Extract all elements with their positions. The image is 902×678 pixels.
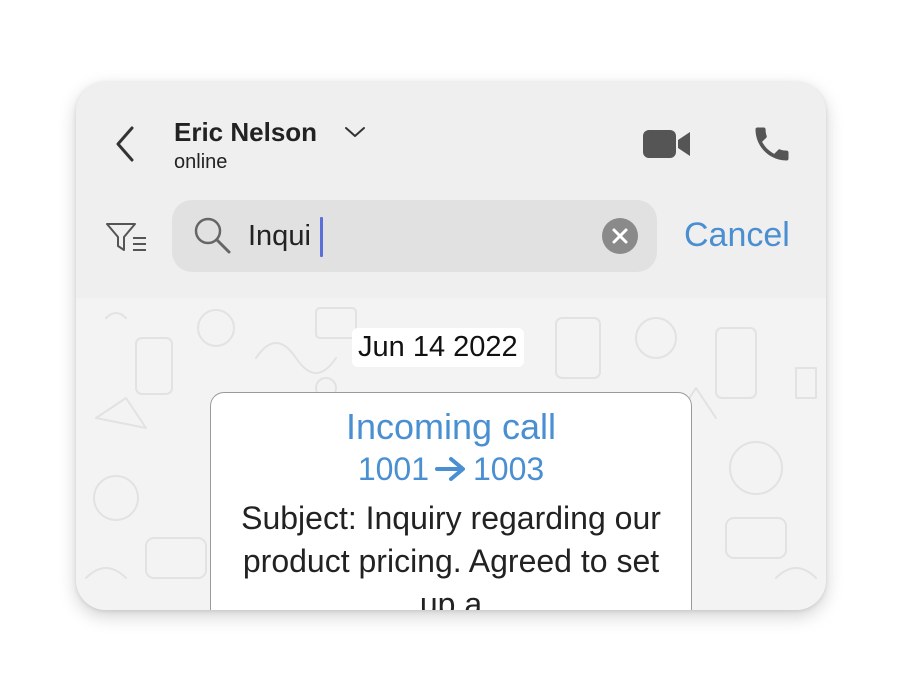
- phone-icon: [755, 127, 789, 161]
- call-message-text: Subject: Inquiry regarding our product p…: [241, 500, 661, 610]
- call-from-number: 1001: [357, 451, 429, 487]
- cancel-search-button[interactable]: Cancel: [684, 216, 790, 255]
- back-chevron-icon: [116, 126, 134, 162]
- back-button[interactable]: [110, 122, 140, 166]
- search-icon: [194, 217, 231, 254]
- search-input[interactable]: [248, 214, 588, 258]
- contact-menu-toggle[interactable]: [344, 124, 366, 140]
- voice-call-button[interactable]: [750, 122, 794, 166]
- contact-status: online: [174, 151, 228, 173]
- call-title: Incoming call: [345, 406, 557, 447]
- chat-window: Eric Nelson online Inqui Cancel Jun 14 2…: [76, 82, 826, 610]
- search-field[interactable]: [172, 200, 657, 272]
- clear-icon: [612, 228, 628, 244]
- filter-icon: [106, 223, 146, 251]
- arrow-right-icon: [435, 453, 467, 489]
- chevron-down-icon: [345, 127, 365, 137]
- video-camera-icon: [643, 130, 690, 158]
- call-to-number: 1003: [473, 451, 545, 487]
- contact-name[interactable]: Eric Nelson: [174, 117, 317, 148]
- clear-search-button[interactable]: [602, 218, 638, 254]
- chat-header: Eric Nelson online Inqui Cancel: [76, 82, 826, 298]
- call-route: 1001 1003: [211, 451, 691, 489]
- text-caret: [320, 217, 323, 257]
- filter-button[interactable]: [104, 220, 150, 256]
- chat-area[interactable]: Jun 14 2022 Incoming call 1001 1003 Subje…: [76, 298, 826, 610]
- video-call-button[interactable]: [642, 128, 692, 160]
- date-separator: Jun 14 2022: [352, 328, 524, 367]
- call-message-bubble[interactable]: Incoming call 1001 1003 Subject: Inquiry …: [210, 392, 692, 610]
